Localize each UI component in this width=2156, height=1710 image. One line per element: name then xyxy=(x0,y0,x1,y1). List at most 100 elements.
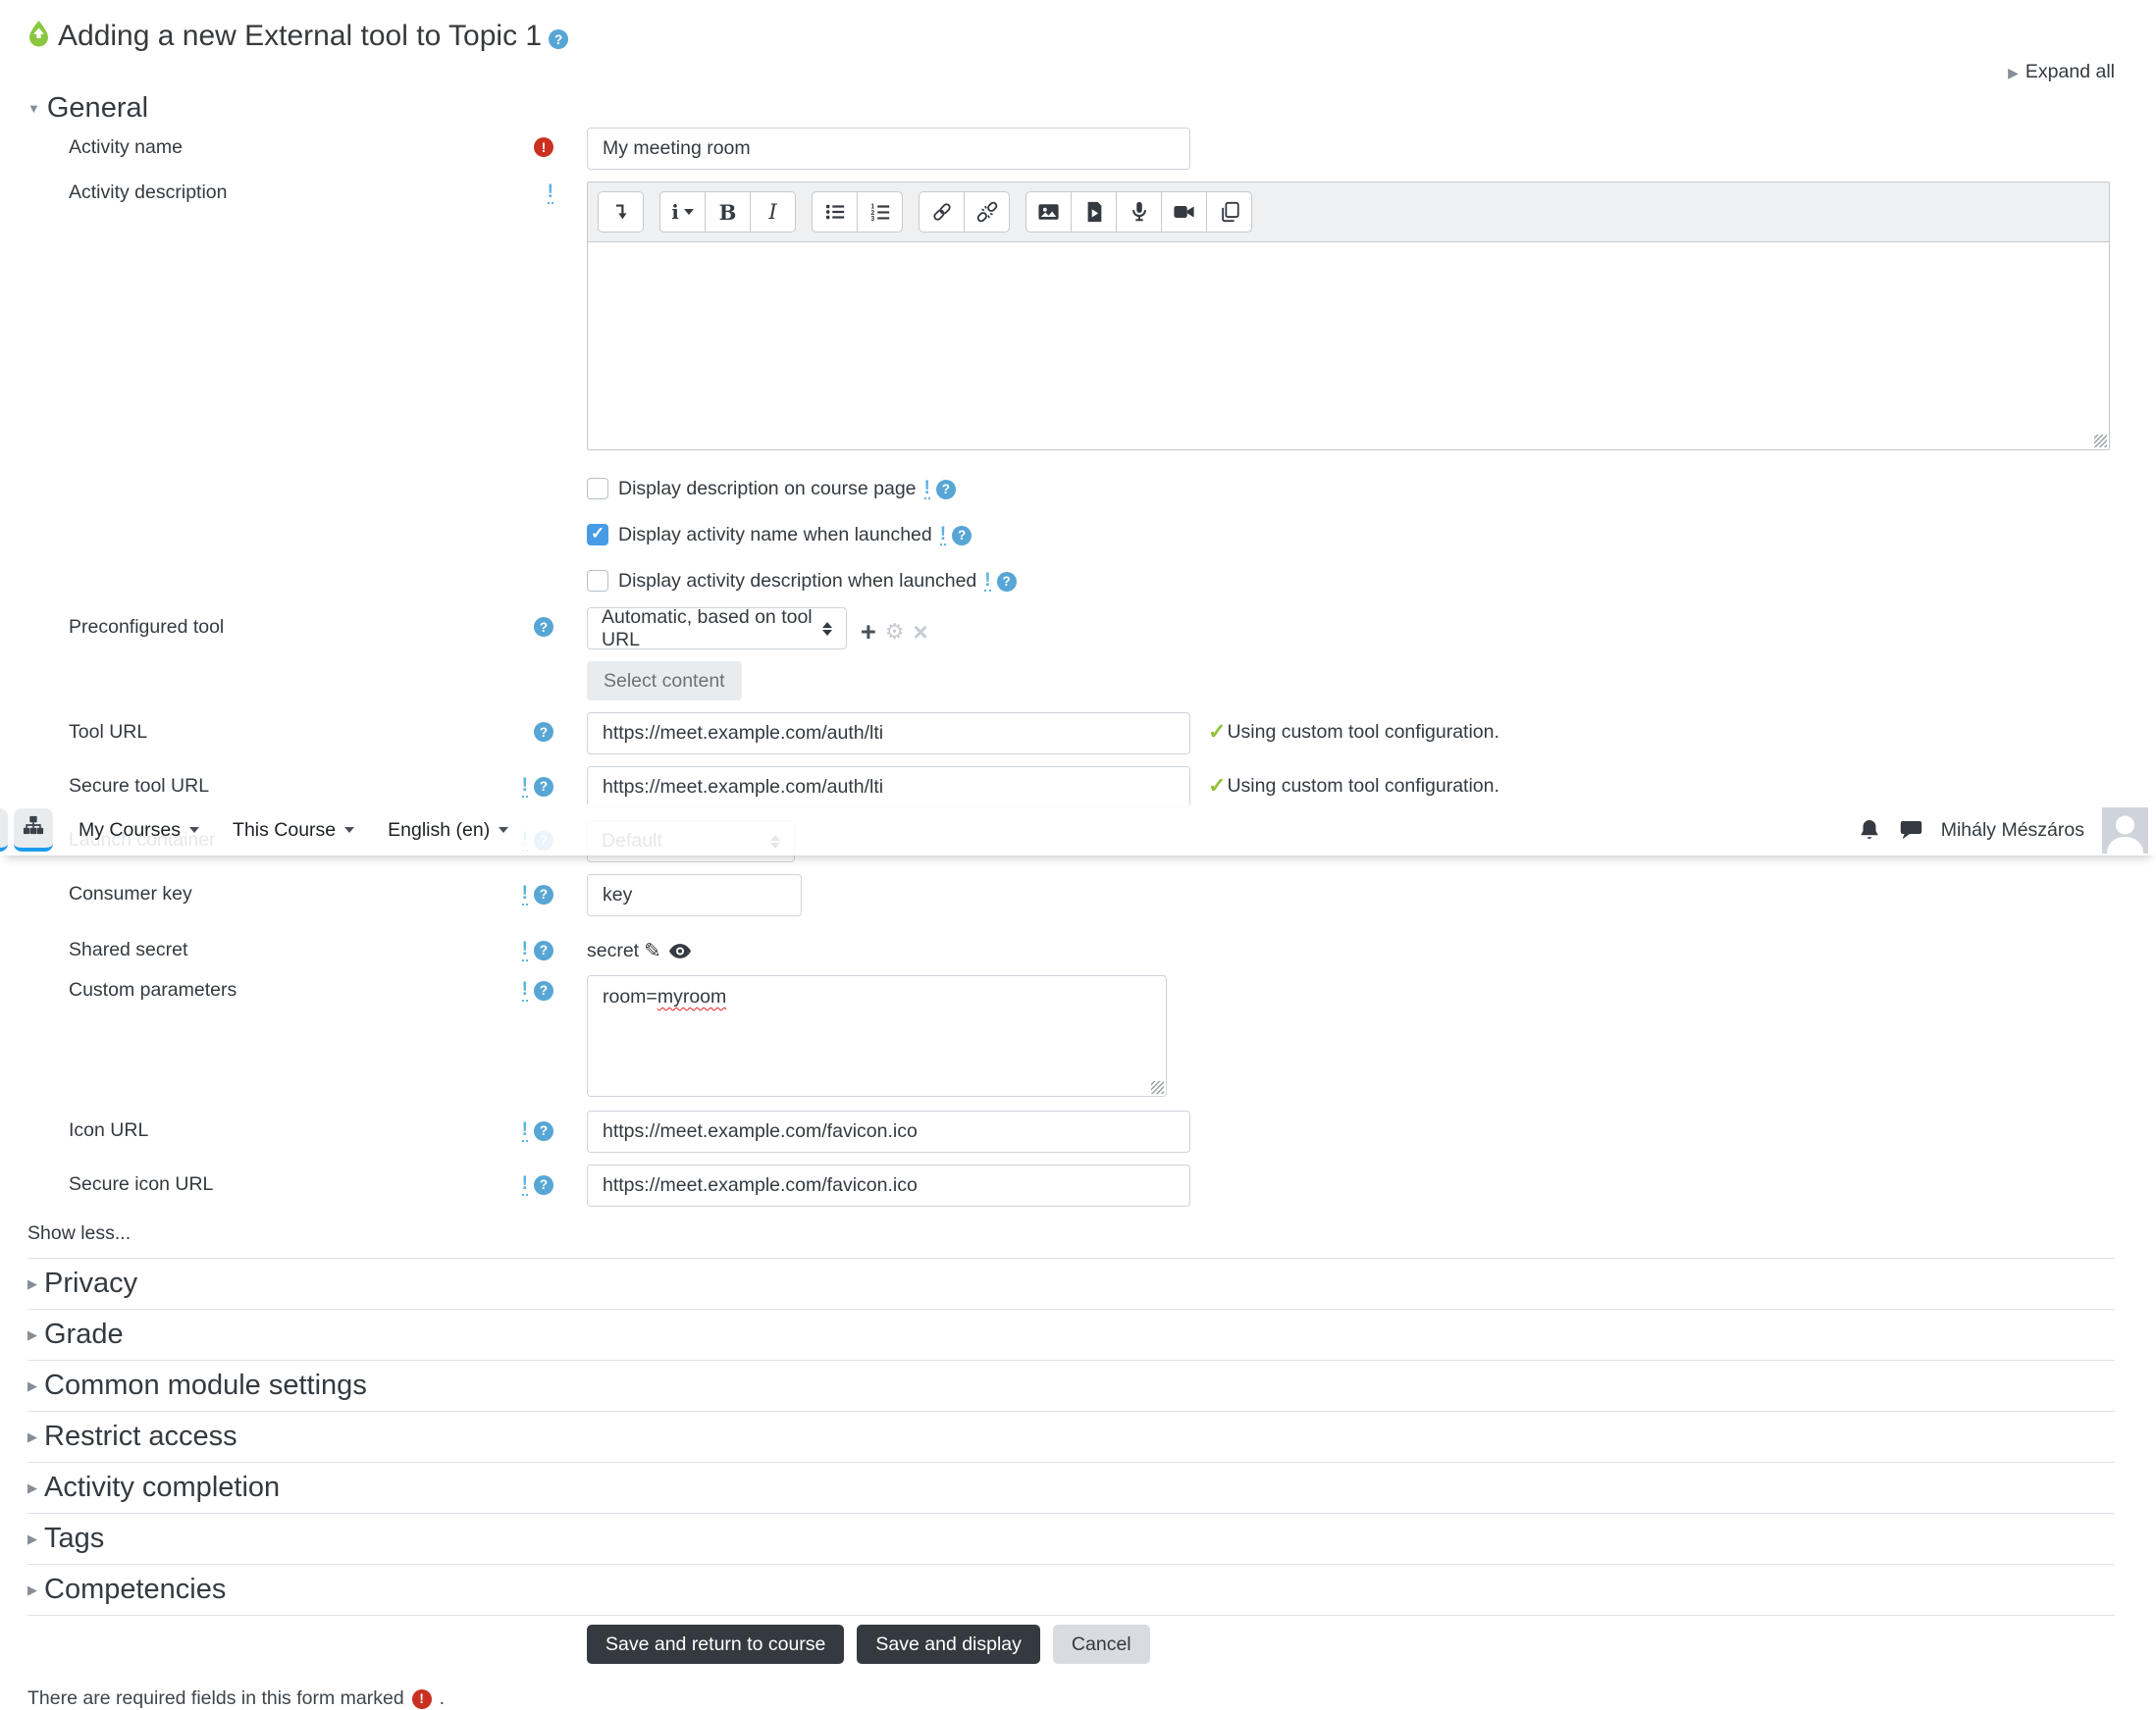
advanced-field-icon: ! xyxy=(521,1119,528,1142)
select-content-button[interactable]: Select content xyxy=(587,661,742,700)
add-tool-icon[interactable]: + xyxy=(861,618,876,646)
check-icon: ✓ xyxy=(1208,773,1227,798)
chevron-down-icon xyxy=(344,827,355,833)
display-description-checkbox[interactable] xyxy=(587,478,608,499)
section-title: Common module settings xyxy=(44,1370,367,1401)
select-arrows-icon xyxy=(822,621,832,636)
activity-name-label: Activity name xyxy=(69,136,183,158)
advanced-field-icon: ! xyxy=(521,979,528,1002)
activity-name-input[interactable] xyxy=(587,128,1190,170)
italic-icon[interactable]: I xyxy=(750,191,796,233)
chat-icon[interactable] xyxy=(1899,818,1923,842)
section-privacy[interactable]: ▶ Privacy xyxy=(27,1259,2115,1310)
cancel-button[interactable]: Cancel xyxy=(1052,1625,1150,1664)
display-activity-description-checkbox[interactable] xyxy=(587,570,608,592)
display-activity-name-label[interactable]: Display activity name when launched xyxy=(618,524,932,546)
secure-icon-url-label: Secure icon URL xyxy=(69,1173,214,1195)
consumer-key-input[interactable] xyxy=(587,874,802,916)
floating-navbar: My Courses This Course English (en) Mihá… xyxy=(0,804,2156,855)
help-icon[interactable]: ? xyxy=(534,940,553,960)
nav-menu-this-course[interactable]: This Course xyxy=(233,819,355,842)
help-icon[interactable]: ? xyxy=(534,617,553,637)
section-competencies[interactable]: ▶ Competencies xyxy=(27,1565,2115,1616)
section-activity-completion[interactable]: ▶ Activity completion xyxy=(27,1463,2115,1514)
check-icon: ✓ xyxy=(1208,719,1227,744)
delete-tool-icon[interactable]: × xyxy=(914,619,928,645)
collapsed-sections: ▶ Privacy ▶ Grade ▶ Common module settin… xyxy=(27,1258,2115,1616)
help-icon[interactable]: ? xyxy=(534,1174,553,1195)
misspelled-word: myroom xyxy=(657,986,727,1008)
section-common-module-settings[interactable]: ▶ Common module settings xyxy=(27,1361,2115,1412)
sitemap-icon xyxy=(23,814,44,842)
section-title: Grade xyxy=(44,1319,124,1350)
help-icon[interactable]: ? xyxy=(935,479,956,499)
chevron-right-icon: ▶ xyxy=(27,1326,37,1342)
help-icon[interactable]: ? xyxy=(534,884,553,905)
tool-url-input[interactable] xyxy=(587,712,1190,754)
bold-icon[interactable]: B xyxy=(705,191,751,233)
show-less-link[interactable]: Show less... xyxy=(27,1222,2156,1248)
unordered-list-icon[interactable] xyxy=(812,191,858,233)
resize-handle[interactable] xyxy=(1151,1081,1164,1094)
section-restrict-access[interactable]: ▶ Restrict access xyxy=(27,1412,2115,1463)
section-general-toggle[interactable]: ▼ General xyxy=(27,88,2156,128)
section-grade[interactable]: ▶ Grade xyxy=(27,1310,2115,1361)
course-index-button[interactable] xyxy=(14,808,53,852)
unlink-icon[interactable] xyxy=(964,191,1010,233)
nav-tab-partial[interactable] xyxy=(0,808,8,852)
description-editor: i B I 123 xyxy=(587,181,2110,450)
chevron-right-icon: ▶ xyxy=(27,1275,37,1291)
section-tags[interactable]: ▶ Tags xyxy=(27,1514,2115,1565)
section-general-title: General xyxy=(46,91,149,124)
secure-icon-url-input[interactable] xyxy=(587,1165,1190,1207)
display-activity-description-label[interactable]: Display activity description when launch… xyxy=(618,570,976,593)
insert-media-icon[interactable] xyxy=(1071,191,1117,233)
section-title: Privacy xyxy=(44,1268,138,1299)
bell-icon[interactable] xyxy=(1858,818,1881,843)
help-icon[interactable]: ? xyxy=(534,776,553,797)
help-icon[interactable]: ? xyxy=(534,1120,553,1141)
icon-url-label: Icon URL xyxy=(69,1119,149,1141)
edit-pencil-icon[interactable]: ✎ xyxy=(644,939,661,963)
help-icon[interactable]: ? xyxy=(534,980,553,1001)
required-icon: ! xyxy=(411,1688,432,1709)
display-description-label[interactable]: Display description on course page xyxy=(618,478,917,500)
save-and-return-button[interactable]: Save and return to course xyxy=(587,1625,845,1664)
edit-tool-icon[interactable]: ⚙ xyxy=(885,621,905,643)
advanced-field-icon: ! xyxy=(521,775,528,798)
avatar[interactable] xyxy=(2102,806,2148,854)
chevron-right-icon: ▶ xyxy=(27,1377,37,1393)
record-audio-icon[interactable] xyxy=(1116,191,1162,233)
secure-tool-url-input[interactable] xyxy=(587,766,1190,808)
icon-url-input[interactable] xyxy=(587,1111,1190,1153)
help-icon[interactable]: ? xyxy=(952,525,973,545)
resize-handle[interactable] xyxy=(2094,435,2107,447)
chevron-down-icon xyxy=(189,827,200,833)
expand-all-link[interactable]: ▶ Expand all xyxy=(2008,61,2115,82)
secure-tool-url-label: Secure tool URL xyxy=(69,775,210,797)
collapse-toolbar-icon[interactable] xyxy=(598,191,644,233)
user-name[interactable]: Mihály Mészáros xyxy=(1941,819,2084,842)
advanced-field-icon: ! xyxy=(984,569,991,593)
help-icon[interactable]: ? xyxy=(534,722,553,742)
nav-menu-my-courses[interactable]: My Courses xyxy=(79,819,200,842)
preconfigured-tool-select[interactable]: Automatic, based on tool URL xyxy=(587,606,847,650)
ordered-list-icon[interactable]: 123 xyxy=(857,191,903,233)
title-help-icon[interactable]: ? xyxy=(549,29,569,49)
link-icon[interactable] xyxy=(919,191,965,233)
help-icon[interactable]: ? xyxy=(996,571,1017,592)
save-and-display-button[interactable]: Save and display xyxy=(857,1625,1040,1664)
paragraph-styles-icon[interactable]: i xyxy=(659,191,706,233)
nav-menu-language[interactable]: English (en) xyxy=(388,819,509,842)
external-tool-activity-icon xyxy=(27,20,50,53)
insert-image-icon[interactable] xyxy=(1025,191,1072,233)
required-icon: ! xyxy=(534,137,553,157)
display-activity-name-checkbox[interactable] xyxy=(587,524,608,545)
manage-files-icon[interactable] xyxy=(1206,191,1252,233)
reveal-eye-icon[interactable] xyxy=(668,944,691,959)
record-video-icon[interactable] xyxy=(1161,191,1207,233)
external-tool-form-page: Adding a new External tool to Topic 1 ? … xyxy=(0,0,2156,1710)
consumer-key-label: Consumer key xyxy=(69,883,192,905)
description-editor-textbox[interactable] xyxy=(588,242,2109,449)
custom-parameters-textarea[interactable]: room=myroom xyxy=(587,975,1167,1097)
